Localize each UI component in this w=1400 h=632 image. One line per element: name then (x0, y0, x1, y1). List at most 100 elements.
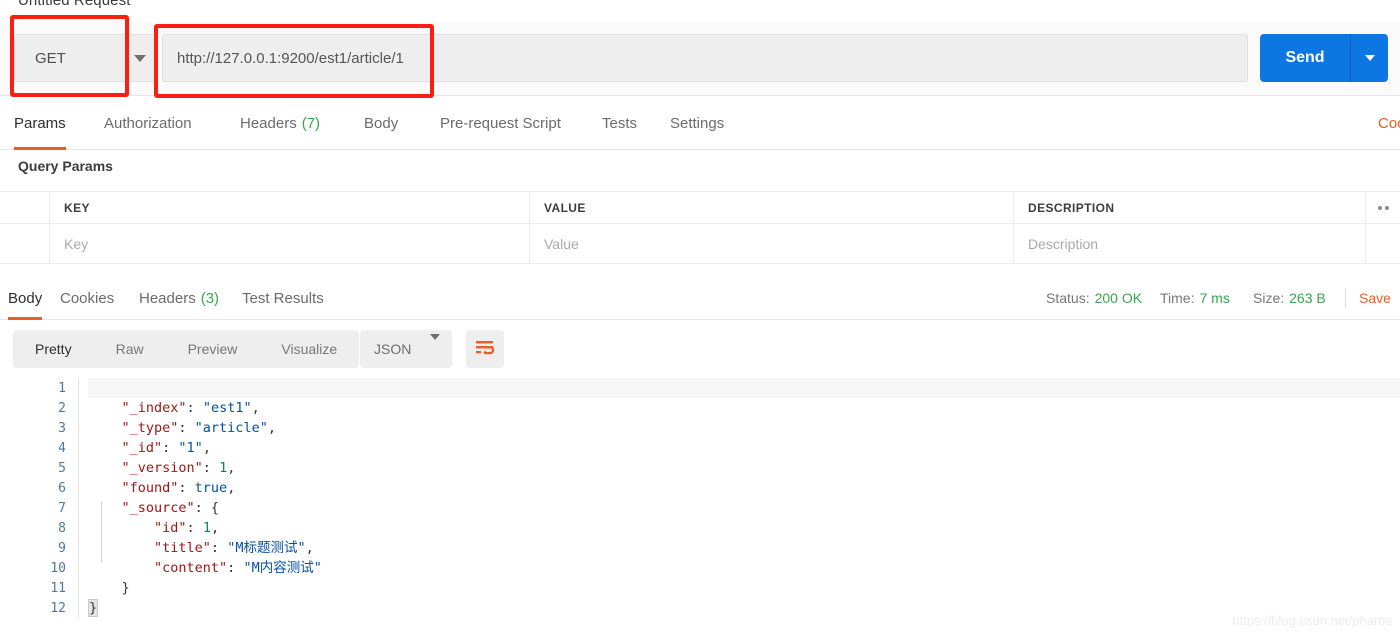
code-token: , (305, 540, 314, 556)
http-method-selector[interactable]: GET (14, 34, 156, 82)
code-token: : (178, 480, 195, 496)
format-button-visualize[interactable]: Visualize (259, 330, 359, 368)
code-text[interactable]: "title": "M标题测试", (78, 538, 1400, 558)
response-tab-bar: Test Results Headers (3) Cookies Body Status… (0, 276, 1400, 320)
format-button-preview[interactable]: Preview (166, 330, 260, 368)
code-text[interactable]: "id": 1, (78, 518, 1400, 538)
code-line: 3 "_type": "article", (0, 418, 1400, 438)
send-button[interactable]: Send (1260, 34, 1350, 82)
code-line: 12} (0, 598, 1400, 618)
code-line: 2 "_index": "est1", (0, 398, 1400, 418)
code-token: : (186, 400, 203, 416)
cookies-link-clipped[interactable]: Cookies (1378, 96, 1400, 150)
code-text[interactable]: "_type": "article", (78, 418, 1400, 438)
request-tab-bar: Params Authorization Headers (7) Body Pre-req… (0, 96, 1400, 150)
code-token: "title" (89, 540, 211, 556)
response-format-toolbar: Pretty Raw Preview Visualize JSON (0, 320, 1400, 378)
code-token: 1 (219, 460, 228, 476)
size-badge: Size: 263 B (1253, 276, 1326, 320)
code-text[interactable]: } (78, 578, 1400, 598)
line-number: 4 (58, 440, 66, 456)
code-token: : (227, 560, 244, 576)
status-label: Status: (1046, 290, 1090, 306)
code-text[interactable]: { (78, 378, 1400, 398)
language-select[interactable]: JSON (360, 330, 452, 368)
code-line: 6 "found": true, (0, 478, 1400, 498)
url-bar: GET http://127.0.0.1:9200/est1/article/1… (0, 22, 1400, 96)
code-text[interactable]: "_version": 1, (78, 458, 1400, 478)
response-tab-label: Cookies (60, 289, 115, 307)
code-token: "M内容测试" (243, 560, 322, 576)
code-text[interactable]: "_id": "1", (78, 438, 1400, 458)
tab-label: Body (364, 114, 399, 132)
value-input[interactable]: Value (530, 224, 1014, 263)
response-body-editor[interactable]: 1 {2 "_index": "est1", 3 "_type": "article… (0, 378, 1400, 632)
code-token: , (210, 520, 220, 536)
tab-label: Authorization (104, 114, 192, 132)
line-number: 7 (58, 500, 66, 516)
code-token: 1 (202, 520, 211, 536)
status-value: 200 OK (1094, 290, 1143, 306)
code-line: 4 "_id": "1", (0, 438, 1400, 458)
send-options-chevron-icon[interactable] (1350, 34, 1388, 82)
header-key-cell: KEY (50, 192, 530, 223)
line-number: 6 (58, 480, 66, 496)
send-button-group: Send (1260, 34, 1388, 82)
tab-pre-request-script[interactable]: Pre-request Script (440, 96, 561, 150)
tab-authorization[interactable]: Authorization (104, 96, 192, 150)
code-token: "content" (89, 560, 228, 576)
time-value: 7 ms (1199, 290, 1230, 306)
tab-settings[interactable]: Settings (670, 96, 724, 150)
response-tab-label: Body (8, 289, 43, 307)
description-input[interactable]: Description (1014, 224, 1366, 263)
tab-params[interactable]: Params (14, 96, 66, 150)
save-response-link[interactable]: Save (1359, 276, 1391, 320)
code-lines-container: 1 {2 "_index": "est1", 3 "_type": "article… (0, 378, 1400, 618)
code-token: "1" (178, 440, 203, 456)
line-number: 8 (58, 520, 66, 536)
code-token: "_id" (89, 440, 163, 456)
response-tab-body[interactable]: Body (8, 276, 43, 320)
tab-headers[interactable]: Headers (7) (240, 96, 320, 150)
code-text[interactable]: "found": true, (78, 478, 1400, 498)
chevron-down-icon[interactable] (125, 54, 155, 62)
row-checkbox-cell[interactable] (0, 224, 50, 263)
response-tab-test-results[interactable]: Test Results (242, 276, 324, 320)
code-line: 8 "id": 1, (0, 518, 1400, 538)
format-button-raw[interactable]: Raw (94, 330, 166, 368)
header-value-cell: VALUE (530, 192, 1014, 223)
time-badge: Time: 7 ms (1160, 276, 1230, 320)
line-number: 9 (58, 540, 66, 556)
header-description-cell: DESCRIPTION (1014, 192, 1366, 223)
url-input[interactable]: http://127.0.0.1:9200/est1/article/1 (162, 34, 1248, 82)
code-token: , (227, 460, 236, 476)
word-wrap-icon[interactable] (466, 330, 504, 368)
tab-body[interactable]: Body (364, 96, 398, 150)
tab-tests[interactable]: Tests (602, 96, 637, 150)
code-token: "_index" (89, 400, 187, 416)
response-tab-cookies[interactable]: Cookies (60, 276, 114, 320)
response-tab-headers[interactable]: Headers (3) (139, 276, 219, 320)
key-input-placeholder: Key (64, 235, 89, 252)
code-text[interactable]: "_source": { (78, 498, 1400, 518)
code-token: "id" (89, 520, 187, 536)
size-value: 263 B (1289, 290, 1326, 306)
format-button-group: Pretty Raw Preview Visualize (13, 330, 360, 368)
format-button-pretty[interactable]: Pretty (13, 330, 94, 368)
code-text[interactable]: "_index": "est1", (78, 398, 1400, 418)
key-input[interactable]: Key (50, 224, 530, 263)
query-params-table: KEY VALUE DESCRIPTION Key Value Descript… (0, 191, 1400, 264)
code-line: 7 "_source": { (0, 498, 1400, 518)
postman-window: Untitled Request GET http://127.0.0.1:92… (0, 0, 1400, 632)
code-text[interactable]: "content": "M内容测试" (78, 558, 1400, 578)
code-token: "_source" (89, 500, 195, 516)
code-text[interactable]: } (78, 598, 1400, 618)
request-title: Untitled Request (18, 0, 131, 9)
status-badge: Status: 200 OK (1046, 276, 1142, 320)
value-input-placeholder: Value (544, 235, 579, 252)
divider (1345, 288, 1346, 308)
code-token: , (251, 400, 260, 416)
header-checkbox-cell (0, 192, 50, 223)
ellipsis-icon[interactable] (1366, 192, 1400, 223)
response-tab-label: Headers (139, 289, 196, 307)
